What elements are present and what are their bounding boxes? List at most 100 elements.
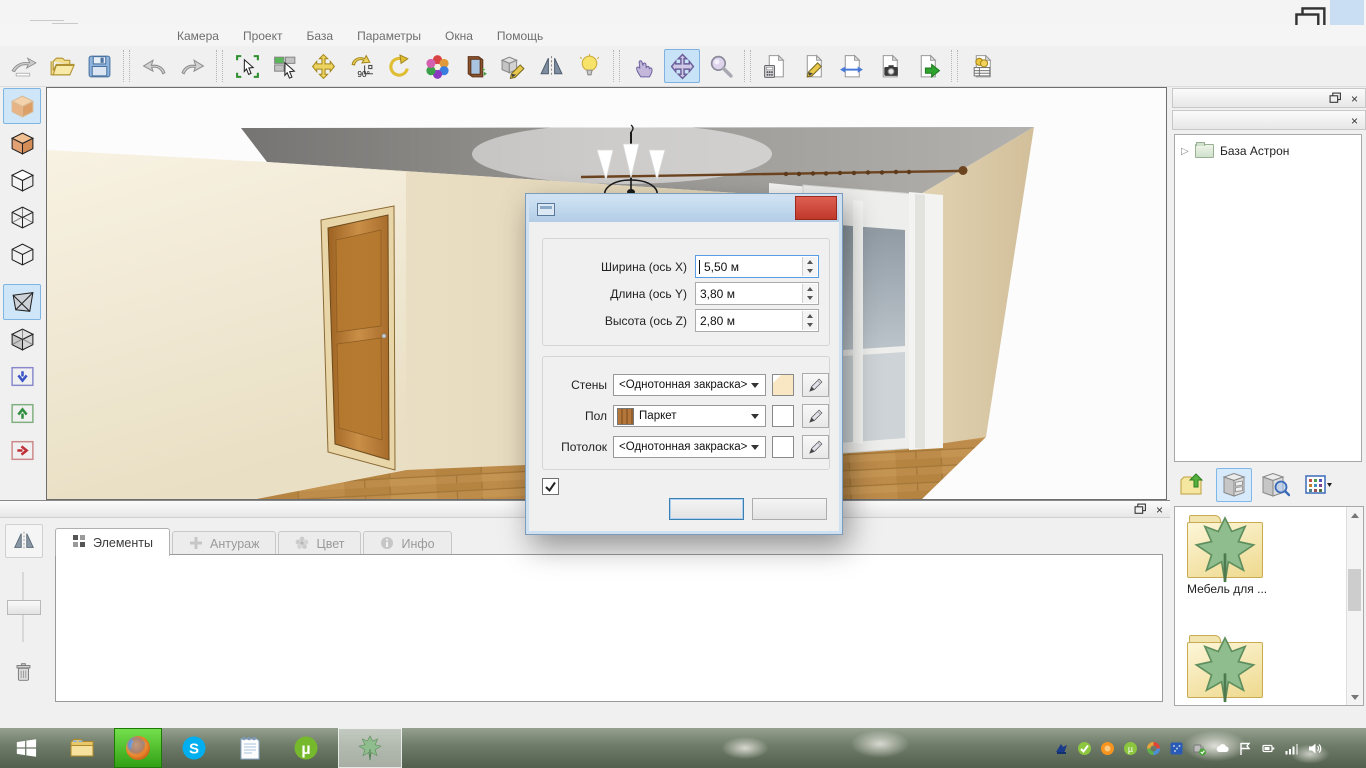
field-length-input[interactable]: 3,80 м bbox=[695, 282, 819, 305]
material-ceiling-select[interactable]: <Однотонная закраска> bbox=[613, 436, 767, 458]
material-walls-select[interactable]: <Однотонная закраска> bbox=[613, 374, 767, 396]
view-axonometric-button[interactable] bbox=[3, 321, 41, 357]
toolbar-undo-button[interactable] bbox=[136, 49, 172, 83]
toolbar-save-button[interactable] bbox=[81, 49, 117, 83]
view-wireframe-button[interactable] bbox=[3, 199, 41, 235]
scroll-thumb[interactable] bbox=[1348, 569, 1361, 611]
view-solid-button[interactable] bbox=[3, 88, 41, 124]
toolbar-redo-button[interactable] bbox=[174, 49, 210, 83]
toolbar-door-button[interactable] bbox=[457, 49, 493, 83]
toolbar-zoom-button[interactable] bbox=[702, 49, 738, 83]
tray-power-icon[interactable] bbox=[1260, 740, 1276, 756]
module-folder-item[interactable]: Мебель для ... bbox=[1187, 515, 1267, 596]
material-ceiling-edit-button[interactable] bbox=[801, 435, 829, 459]
toolbar-mirror-button[interactable] bbox=[533, 49, 569, 83]
view-arrow-up-button[interactable] bbox=[3, 395, 41, 431]
close-button[interactable] bbox=[1330, 0, 1364, 25]
close-panel-icon[interactable]: × bbox=[1348, 92, 1361, 106]
list-scrollbar[interactable] bbox=[1346, 507, 1363, 705]
show-on-new-project-checkbox[interactable] bbox=[542, 478, 565, 495]
toolbar-estimate-button[interactable] bbox=[757, 49, 793, 83]
view-wireframe-2-button[interactable] bbox=[3, 236, 41, 272]
module-folder-item[interactable] bbox=[1187, 635, 1267, 703]
dialog-close-button[interactable] bbox=[795, 196, 837, 220]
taskbar-app-skype[interactable]: S bbox=[170, 728, 218, 768]
toolbar-new-button[interactable] bbox=[5, 49, 41, 83]
delete-module-button[interactable] bbox=[5, 656, 41, 688]
toolbar-move-button[interactable] bbox=[305, 49, 341, 83]
toolbar-snapshot-button[interactable] bbox=[871, 49, 907, 83]
view-perspective-button[interactable] bbox=[3, 284, 41, 320]
toolbar-export-button[interactable] bbox=[909, 49, 945, 83]
height-slider[interactable] bbox=[5, 572, 41, 642]
field-height-input[interactable]: 2,80 м bbox=[695, 309, 819, 332]
panel-header-module-base[interactable]: × bbox=[1172, 88, 1366, 108]
toolbar-materials-button[interactable] bbox=[419, 49, 455, 83]
tray-blue-square-icon[interactable] bbox=[1168, 740, 1184, 756]
tree-item-base-astron[interactable]: ▷ База Астрон bbox=[1181, 142, 1361, 158]
tray-orange-icon[interactable] bbox=[1099, 740, 1115, 756]
tray-signal-icon[interactable] bbox=[1283, 740, 1299, 756]
tray-cloud-icon[interactable] bbox=[1214, 740, 1230, 756]
toolbar-pan-button[interactable] bbox=[626, 49, 662, 83]
cabinet-search-button[interactable] bbox=[1258, 468, 1294, 502]
scroll-up-icon[interactable] bbox=[1347, 507, 1363, 523]
material-floor-edit-button[interactable] bbox=[801, 404, 829, 428]
tray-green-check-icon[interactable] bbox=[1076, 740, 1092, 756]
menu-item-base[interactable]: База bbox=[294, 29, 345, 43]
mirror-module-button[interactable] bbox=[5, 524, 43, 558]
dialog-title-bar[interactable] bbox=[529, 196, 839, 222]
toolbar-select-modules-button[interactable] bbox=[267, 49, 303, 83]
menu-item-parameters[interactable]: Параметры bbox=[345, 29, 433, 43]
float-panel-icon[interactable] bbox=[1329, 92, 1342, 105]
checkbox-box[interactable] bbox=[542, 478, 559, 495]
taskbar-app-firefox[interactable] bbox=[114, 728, 162, 768]
spin-up-icon[interactable] bbox=[803, 257, 817, 267]
elements-tab-content[interactable] bbox=[55, 554, 1163, 702]
tray-volume-icon[interactable] bbox=[1306, 740, 1322, 756]
view-hidden-line-button[interactable] bbox=[3, 162, 41, 198]
view-grid-button[interactable] bbox=[1300, 468, 1336, 502]
spin-up-icon[interactable] bbox=[803, 284, 817, 294]
expand-arrow-icon[interactable]: ▷ bbox=[1181, 146, 1195, 157]
start-button[interactable] bbox=[2, 728, 50, 768]
close-panel-icon[interactable]: × bbox=[1153, 503, 1166, 517]
panel-header-folder-tree[interactable]: × bbox=[1172, 110, 1366, 130]
material-floor-select[interactable]: Паркет bbox=[613, 405, 767, 427]
toolbar-edit-module-button[interactable] bbox=[495, 49, 531, 83]
folder-up-button[interactable] bbox=[1174, 468, 1210, 502]
cabinet-button[interactable] bbox=[1216, 468, 1252, 502]
field-width-input[interactable]: 5,50 м bbox=[695, 255, 819, 278]
tray-utorrent-icon[interactable]: µ bbox=[1122, 740, 1138, 756]
spin-down-icon[interactable] bbox=[803, 266, 817, 276]
menu-item-help[interactable]: Помощь bbox=[485, 29, 555, 43]
material-ceiling-swatch[interactable] bbox=[772, 436, 794, 458]
spin-down-icon[interactable] bbox=[803, 320, 817, 330]
close-panel-icon[interactable]: × bbox=[1348, 114, 1361, 128]
view-arrow-right-button[interactable] bbox=[3, 432, 41, 468]
taskbar-app-astron[interactable] bbox=[338, 728, 402, 768]
material-walls-swatch[interactable] bbox=[772, 374, 794, 396]
view-shaded-button[interactable] bbox=[3, 125, 41, 161]
toolbar-rotate-90-button[interactable]: 90° bbox=[343, 49, 379, 83]
material-walls-edit-button[interactable] bbox=[801, 373, 829, 397]
toolbar-dimensions-button[interactable] bbox=[833, 49, 869, 83]
tab-entourage[interactable]: Антураж bbox=[171, 531, 277, 556]
float-panel-icon[interactable] bbox=[1134, 503, 1147, 516]
toolbar-price-list-button[interactable] bbox=[964, 49, 1000, 83]
tab-info[interactable]: Инфо bbox=[363, 531, 452, 556]
view-arrow-down-button[interactable] bbox=[3, 358, 41, 394]
spin-down-icon[interactable] bbox=[803, 293, 817, 303]
tray-color-ring-icon[interactable] bbox=[1145, 740, 1161, 756]
tab-color[interactable]: Цвет bbox=[278, 531, 362, 556]
toolbar-edit-doc-button[interactable] bbox=[795, 49, 831, 83]
tab-elements[interactable]: Элементы bbox=[55, 528, 170, 556]
toolbar-select-button[interactable] bbox=[229, 49, 265, 83]
material-floor-swatch[interactable] bbox=[772, 405, 794, 427]
maximize-button[interactable] bbox=[1294, 0, 1328, 34]
slider-handle[interactable] bbox=[7, 600, 41, 615]
menu-item-project[interactable]: Проект bbox=[231, 29, 295, 43]
menu-item-windows[interactable]: Окна bbox=[433, 29, 485, 43]
taskbar-app-explorer[interactable] bbox=[58, 728, 106, 768]
tray-flag-icon[interactable] bbox=[1237, 740, 1253, 756]
